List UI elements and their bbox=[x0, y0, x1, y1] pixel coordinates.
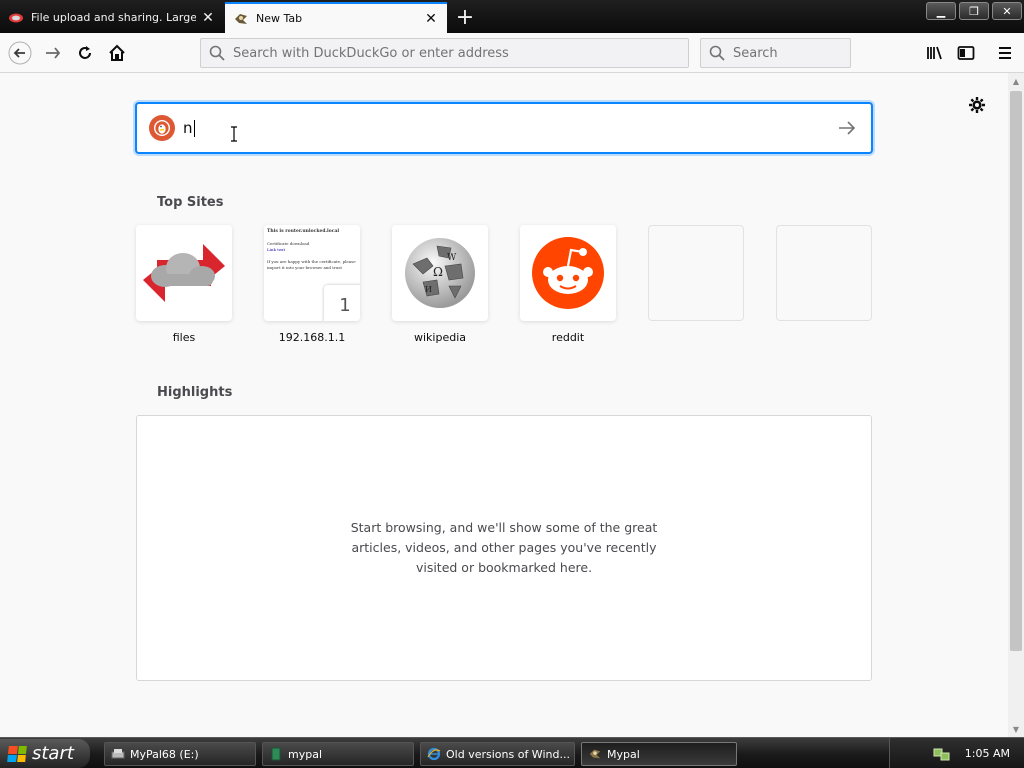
windows-flag-icon bbox=[7, 745, 27, 762]
thumb-line: Certificate download bbox=[267, 241, 310, 246]
svg-text:И: И bbox=[425, 285, 432, 294]
clock[interactable]: 1:05 AM bbox=[965, 747, 1010, 760]
network-icon[interactable] bbox=[933, 746, 951, 762]
taskbar-item-label: Old versions of Wind... bbox=[446, 747, 570, 761]
highlights-empty-panel: Start browsing, and we'll show some of t… bbox=[136, 415, 872, 681]
thumb-line: If you are happy with the certificate, p… bbox=[267, 259, 356, 270]
top-site-placeholder[interactable] bbox=[648, 225, 744, 321]
tab-file-upload[interactable]: File upload and sharing. Large file ✕ bbox=[0, 2, 224, 33]
top-site-label: 192.168.1.1 bbox=[278, 331, 346, 344]
tab-strip: File upload and sharing. Large file ✕ Ne… bbox=[0, 0, 1024, 33]
mypal-icon bbox=[589, 749, 601, 759]
top-site-tile[interactable]: Ω W И bbox=[392, 225, 488, 321]
reddit-logo-icon bbox=[532, 237, 604, 309]
top-site-empty[interactable] bbox=[776, 225, 872, 321]
top-site-tile[interactable]: This is router.unlocked.local Certificat… bbox=[264, 225, 360, 321]
thumb-heading: This is router.unlocked.local bbox=[267, 229, 340, 234]
taskbar-item-mypal68-drive[interactable]: MyPal68 (E:) bbox=[104, 742, 256, 766]
taskbar-item-internet-explorer[interactable]: Old versions of Wind... bbox=[420, 742, 575, 766]
gear-icon[interactable] bbox=[965, 93, 989, 117]
taskbar-item-label: Mypal bbox=[607, 747, 640, 761]
book-icon bbox=[271, 747, 281, 761]
window-controls: ▁ ❐ ✕ bbox=[926, 2, 1022, 20]
search-box[interactable]: Search bbox=[700, 38, 851, 68]
search-icon bbox=[209, 45, 227, 61]
taskbar-item-mypal-browser[interactable]: Mypal bbox=[581, 742, 737, 766]
files-cloud-logo-icon bbox=[143, 244, 225, 302]
text-caret bbox=[193, 120, 195, 137]
forward-arrow-icon[interactable] bbox=[39, 39, 67, 67]
web-search-input[interactable]: n bbox=[135, 102, 873, 154]
back-arrow-icon[interactable] bbox=[6, 39, 34, 67]
svg-text:Ω: Ω bbox=[433, 265, 443, 279]
vertical-scrollbar[interactable]: ▲ ▼ bbox=[1008, 73, 1024, 737]
address-placeholder: Search with DuckDuckGo or enter address bbox=[233, 45, 509, 61]
top-site-router[interactable]: This is router.unlocked.local Certificat… bbox=[264, 225, 360, 344]
search-submit-arrow-icon[interactable] bbox=[835, 116, 859, 140]
search-icon bbox=[709, 45, 727, 61]
scroll-up-arrow-icon[interactable]: ▲ bbox=[1008, 73, 1024, 89]
top-site-wikipedia[interactable]: Ω W И wikipedia bbox=[392, 225, 488, 344]
navigation-toolbar: Search with DuckDuckGo or enter address … bbox=[0, 33, 1024, 73]
top-site-empty[interactable] bbox=[648, 225, 744, 321]
close-tab-icon[interactable]: ✕ bbox=[419, 7, 443, 31]
scrollbar-thumb[interactable] bbox=[1010, 91, 1022, 651]
close-tab-icon[interactable]: ✕ bbox=[196, 6, 220, 30]
mypal-favicon-icon bbox=[233, 11, 249, 27]
thumb-link: Link text bbox=[267, 247, 286, 252]
drive-icon bbox=[111, 749, 125, 759]
home-icon[interactable] bbox=[103, 39, 131, 67]
address-bar[interactable]: Search with DuckDuckGo or enter address bbox=[200, 38, 689, 68]
tab-new-tab[interactable]: New Tab ✕ bbox=[225, 2, 447, 33]
internet-explorer-icon bbox=[427, 747, 441, 761]
search-typed-text: n bbox=[183, 119, 195, 137]
top-site-label: files bbox=[172, 331, 196, 344]
tab-title: File upload and sharing. Large file bbox=[31, 11, 196, 24]
reload-icon[interactable] bbox=[71, 39, 99, 67]
restore-icon[interactable]: ❐ bbox=[959, 2, 989, 20]
system-tray: 1:05 AM bbox=[889, 738, 1024, 768]
highlights-empty-message: Start browsing, and we'll show some of t… bbox=[350, 520, 658, 575]
cloud-favicon-icon bbox=[8, 10, 24, 26]
search-value: n bbox=[183, 119, 193, 137]
search-placeholder: Search bbox=[733, 45, 778, 61]
new-tab-plus-icon[interactable]: + bbox=[452, 4, 478, 30]
top-site-placeholder[interactable] bbox=[776, 225, 872, 321]
top-site-label: wikipedia bbox=[413, 331, 466, 344]
start-button[interactable]: start bbox=[0, 739, 90, 768]
taskbar-item-label: MyPal68 (E:) bbox=[130, 747, 199, 761]
ibeam-cursor-icon bbox=[231, 126, 237, 142]
windows-taskbar: start MyPal68 (E:) mypal Old versions of… bbox=[0, 737, 1024, 768]
top-site-reddit[interactable]: reddit bbox=[520, 225, 616, 344]
new-tab-page: n Top Sites files This is router.unlocke… bbox=[0, 73, 1008, 737]
start-label: start bbox=[32, 743, 74, 764]
top-site-label: reddit bbox=[551, 331, 585, 344]
top-site-tile[interactable] bbox=[520, 225, 616, 321]
svg-text:W: W bbox=[447, 253, 457, 263]
wikipedia-globe-icon: Ω W И bbox=[405, 238, 475, 308]
taskbar-item-label: mypal bbox=[288, 747, 323, 761]
tab-title: New Tab bbox=[256, 12, 303, 25]
top-site-files[interactable]: files bbox=[136, 225, 232, 344]
top-sites-heading: Top Sites bbox=[157, 195, 224, 210]
menu-hamburger-icon[interactable] bbox=[991, 39, 1019, 67]
duckduckgo-logo-icon bbox=[149, 115, 175, 141]
highlights-heading: Highlights bbox=[157, 385, 233, 400]
close-window-icon[interactable]: ✕ bbox=[992, 2, 1022, 20]
library-icon[interactable] bbox=[921, 39, 949, 67]
taskbar-item-mypal-folder[interactable]: mypal bbox=[262, 742, 414, 766]
scroll-down-arrow-icon[interactable]: ▼ bbox=[1008, 721, 1024, 737]
sidebar-icon[interactable] bbox=[952, 39, 980, 67]
minimize-icon[interactable]: ▁ bbox=[926, 2, 956, 20]
pin-count-badge: 1 bbox=[324, 285, 360, 321]
top-site-tile[interactable] bbox=[136, 225, 232, 321]
